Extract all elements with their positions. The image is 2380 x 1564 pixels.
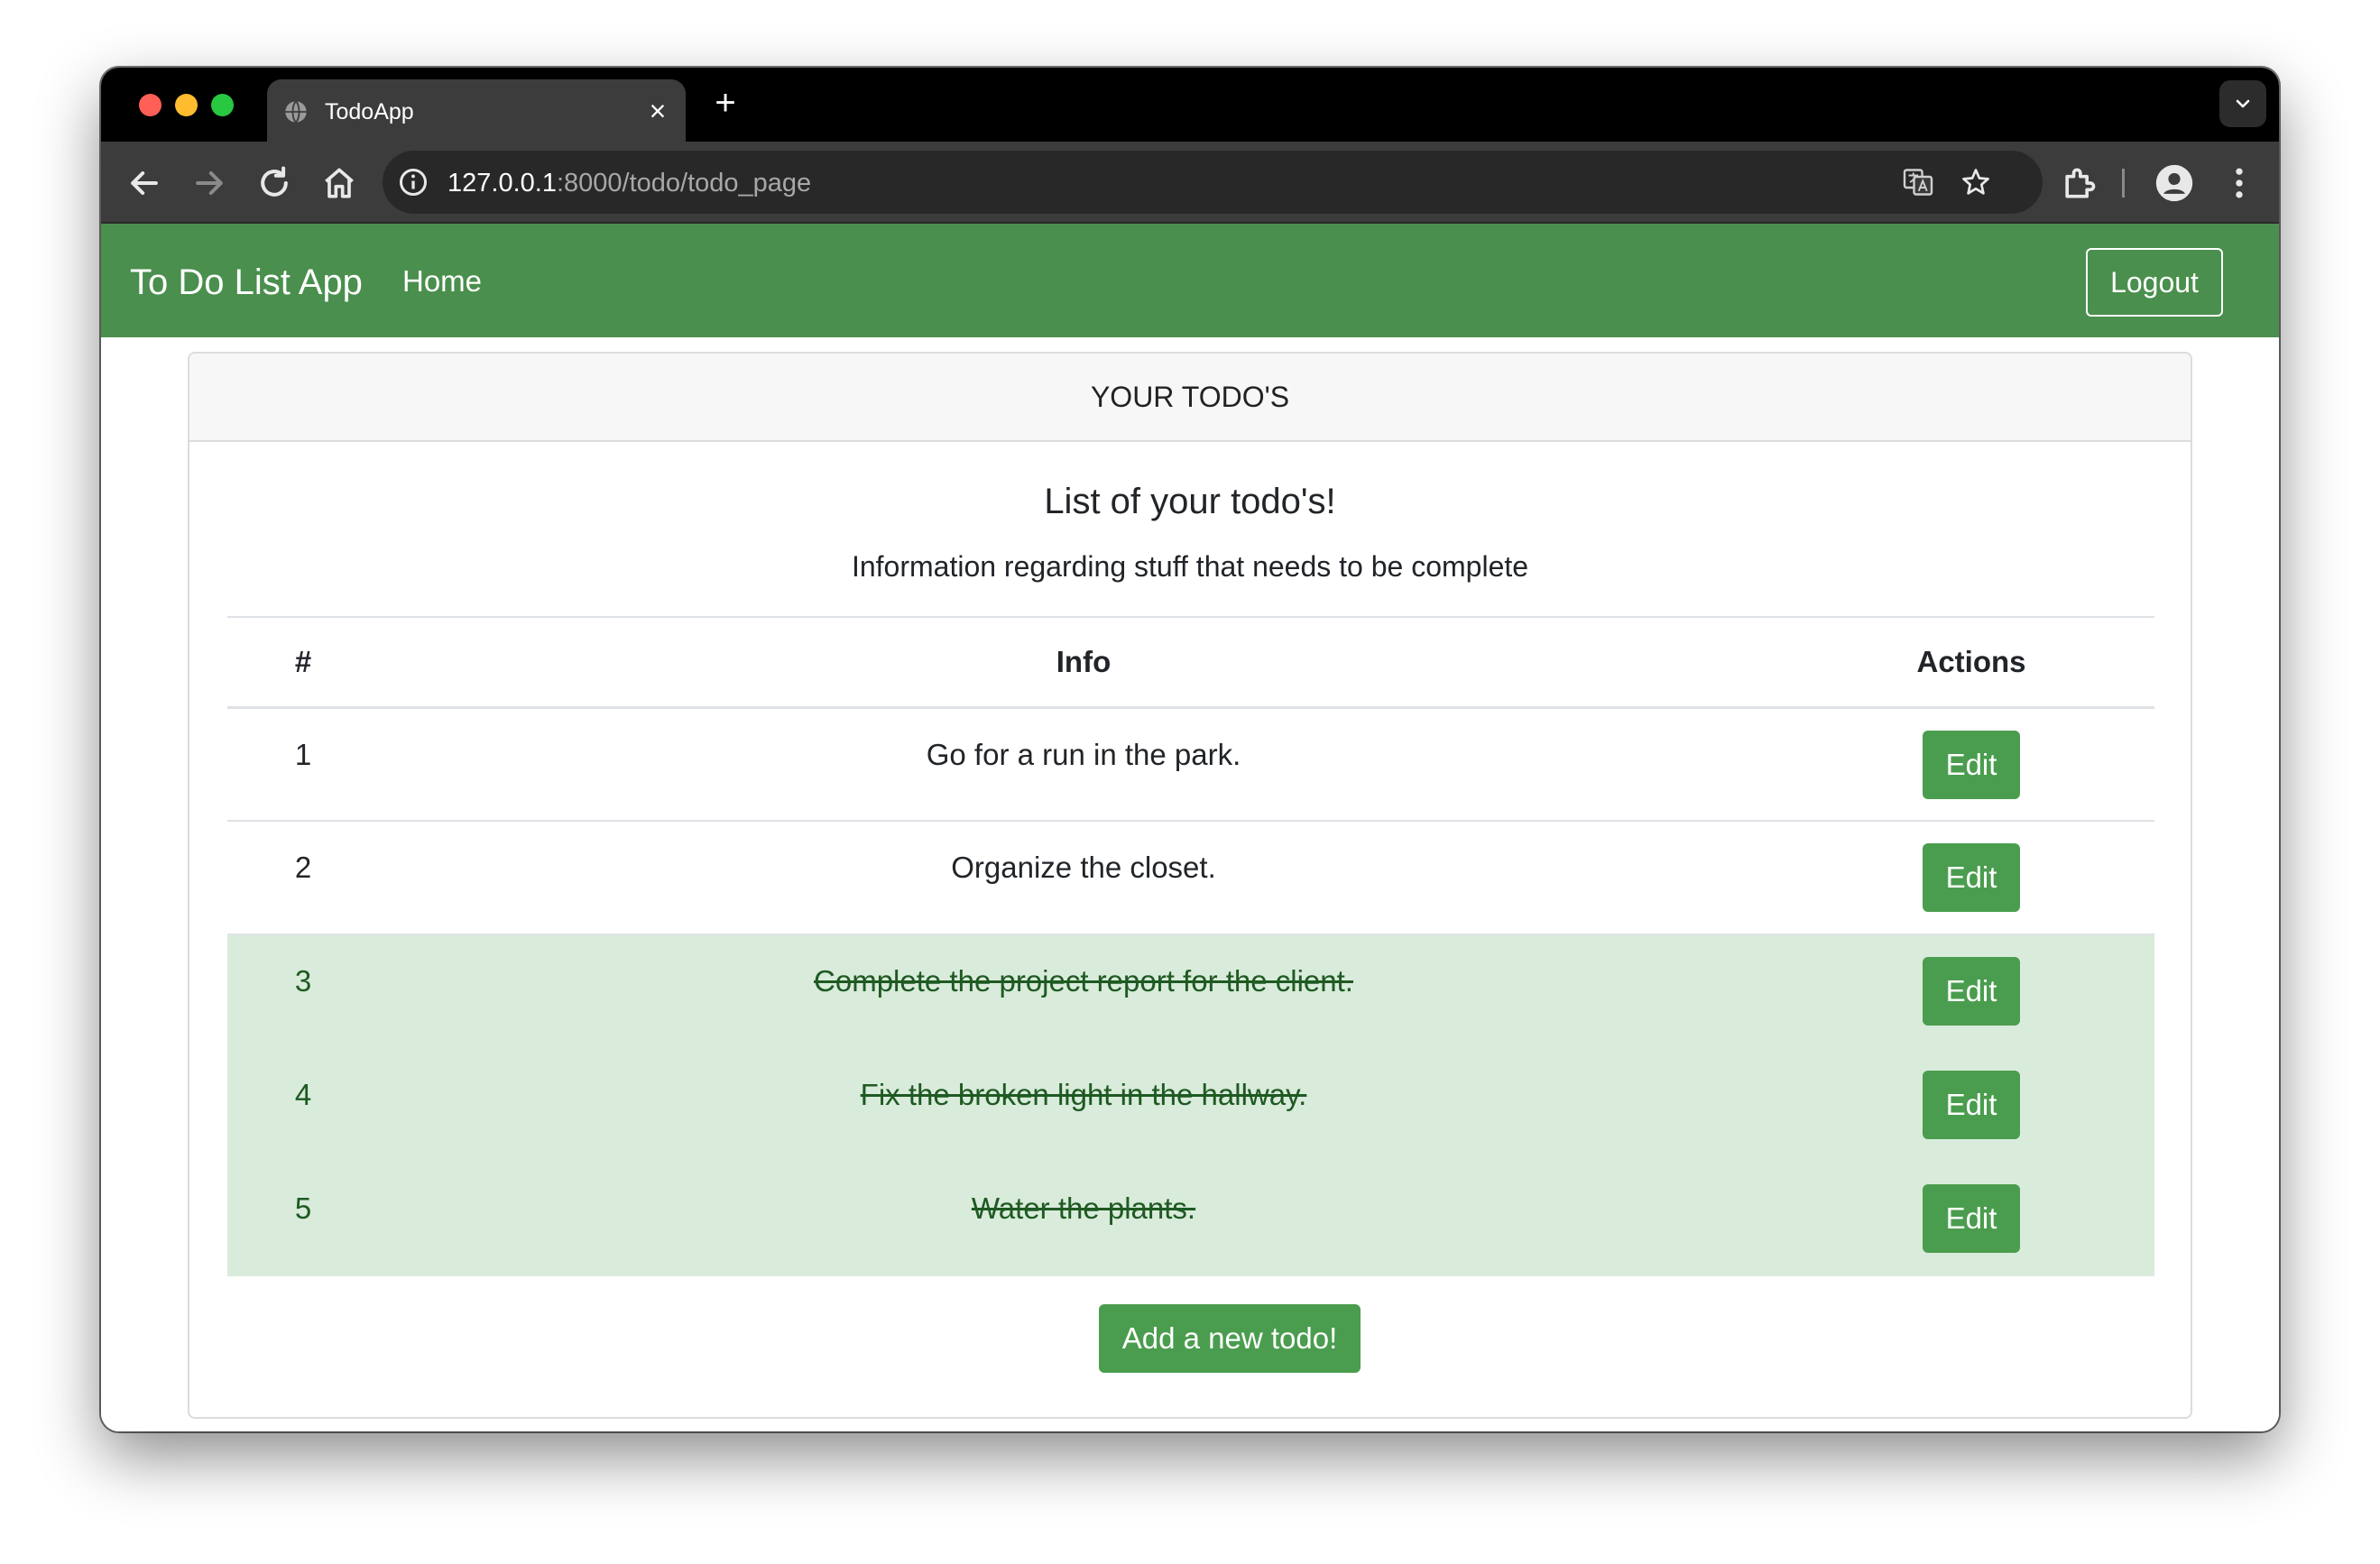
forward-arrow-icon[interactable] bbox=[189, 163, 229, 203]
logout-button[interactable]: Logout bbox=[2086, 248, 2223, 317]
browser-toolbar: 127.0.0.1:8000/todo/todo_page bbox=[101, 142, 2279, 224]
url-host: 127.0.0.1 bbox=[447, 169, 557, 198]
todo-actions: Edit bbox=[1788, 934, 2154, 1049]
bookmark-star-icon[interactable] bbox=[1960, 166, 1992, 198]
chevron-down-icon bbox=[2236, 99, 2250, 108]
page-content: To Do List App Home Logout YOUR TODO'S L… bbox=[101, 224, 2279, 1431]
browser-window: TodoApp × + 127.0.0.1:8000/todo/todo_pag… bbox=[101, 68, 2279, 1431]
more-menu-icon[interactable] bbox=[2219, 163, 2259, 203]
profile-avatar-icon[interactable] bbox=[2154, 163, 2194, 203]
tab-title: TodoApp bbox=[325, 99, 414, 124]
reload-icon[interactable] bbox=[254, 163, 294, 203]
extensions-icon[interactable] bbox=[2059, 163, 2099, 203]
home-icon[interactable] bbox=[319, 163, 359, 203]
edit-button[interactable]: Edit bbox=[1923, 957, 2020, 1026]
table-row-completed: 5 Water the plants. Edit bbox=[227, 1162, 2154, 1276]
address-bar[interactable]: 127.0.0.1:8000/todo/todo_page bbox=[383, 151, 2043, 214]
tab-search-button[interactable] bbox=[2219, 80, 2266, 127]
todo-info-text: Organize the closet. bbox=[951, 851, 1216, 884]
navbar-brand[interactable]: To Do List App bbox=[130, 262, 363, 303]
todo-card: YOUR TODO'S List of your todo's! Informa… bbox=[188, 352, 2192, 1419]
edit-button[interactable]: Edit bbox=[1923, 730, 2020, 799]
edit-button[interactable]: Edit bbox=[1923, 1071, 2020, 1139]
table-header-row: # Info Actions bbox=[227, 616, 2154, 709]
column-header-actions: Actions bbox=[1788, 616, 2154, 709]
todo-number: 3 bbox=[227, 934, 379, 1049]
new-tab-icon[interactable]: + bbox=[707, 85, 743, 121]
todo-actions: Edit bbox=[1788, 1162, 2154, 1276]
table-row-completed: 4 Fix the broken light in the hallway. E… bbox=[227, 1048, 2154, 1163]
todo-info: Fix the broken light in the hallway. bbox=[379, 1048, 1788, 1163]
todo-number: 5 bbox=[227, 1162, 379, 1276]
minimize-window-button[interactable] bbox=[175, 94, 198, 116]
todo-number: 2 bbox=[227, 821, 379, 935]
url-path: :8000/todo/todo_page bbox=[556, 169, 812, 198]
maximize-window-button[interactable] bbox=[211, 94, 234, 116]
todo-number: 4 bbox=[227, 1048, 379, 1163]
todo-info-text: Go for a run in the park. bbox=[926, 737, 1241, 771]
todo-info-text: Complete the project report for the clie… bbox=[814, 964, 1353, 998]
table-row-completed: 3 Complete the project report for the cl… bbox=[227, 934, 2154, 1049]
card-description: Information regarding stuff that needs t… bbox=[851, 550, 1529, 583]
url-text: 127.0.0.1:8000/todo/todo_page bbox=[447, 168, 811, 198]
tab-strip: TodoApp × + bbox=[101, 68, 2279, 142]
todo-info: Complete the project report for the clie… bbox=[379, 934, 1788, 1049]
site-info-icon[interactable] bbox=[397, 166, 429, 198]
column-header-number: # bbox=[227, 616, 379, 709]
browser-tab[interactable]: TodoApp × bbox=[267, 79, 686, 142]
table-row: 2 Organize the closet. Edit bbox=[227, 821, 2154, 935]
card-title: List of your todo's! bbox=[1044, 482, 1336, 521]
table-row: 1 Go for a run in the park. Edit bbox=[227, 707, 2154, 822]
translate-icon[interactable] bbox=[1902, 166, 1934, 198]
add-todo-button[interactable]: Add a new todo! bbox=[1099, 1304, 1361, 1373]
globe-icon bbox=[285, 100, 307, 124]
edit-button[interactable]: Edit bbox=[1923, 843, 2020, 912]
nav-home-link[interactable]: Home bbox=[402, 263, 482, 299]
todo-actions: Edit bbox=[1788, 707, 2154, 822]
todo-info: Water the plants. bbox=[379, 1162, 1788, 1276]
todo-info: Go for a run in the park. bbox=[379, 707, 1788, 822]
todo-number: 1 bbox=[227, 707, 379, 822]
tab-close-icon[interactable]: × bbox=[644, 97, 671, 125]
back-arrow-icon[interactable] bbox=[125, 163, 164, 203]
todo-actions: Edit bbox=[1788, 821, 2154, 935]
close-window-button[interactable] bbox=[139, 94, 161, 116]
toolbar-divider bbox=[2122, 169, 2125, 198]
todo-info: Organize the closet. bbox=[379, 821, 1788, 935]
edit-button[interactable]: Edit bbox=[1923, 1184, 2020, 1253]
card-header: YOUR TODO'S bbox=[189, 354, 2191, 442]
navbar: To Do List App Home Logout bbox=[101, 224, 2279, 337]
todo-table: # Info Actions 1 Go for a run in the par… bbox=[227, 616, 2154, 1276]
column-header-info: Info bbox=[379, 616, 1788, 709]
todo-actions: Edit bbox=[1788, 1048, 2154, 1163]
todo-info-text: Fix the broken light in the hallway. bbox=[860, 1078, 1307, 1111]
todo-info-text: Water the plants. bbox=[971, 1191, 1196, 1225]
